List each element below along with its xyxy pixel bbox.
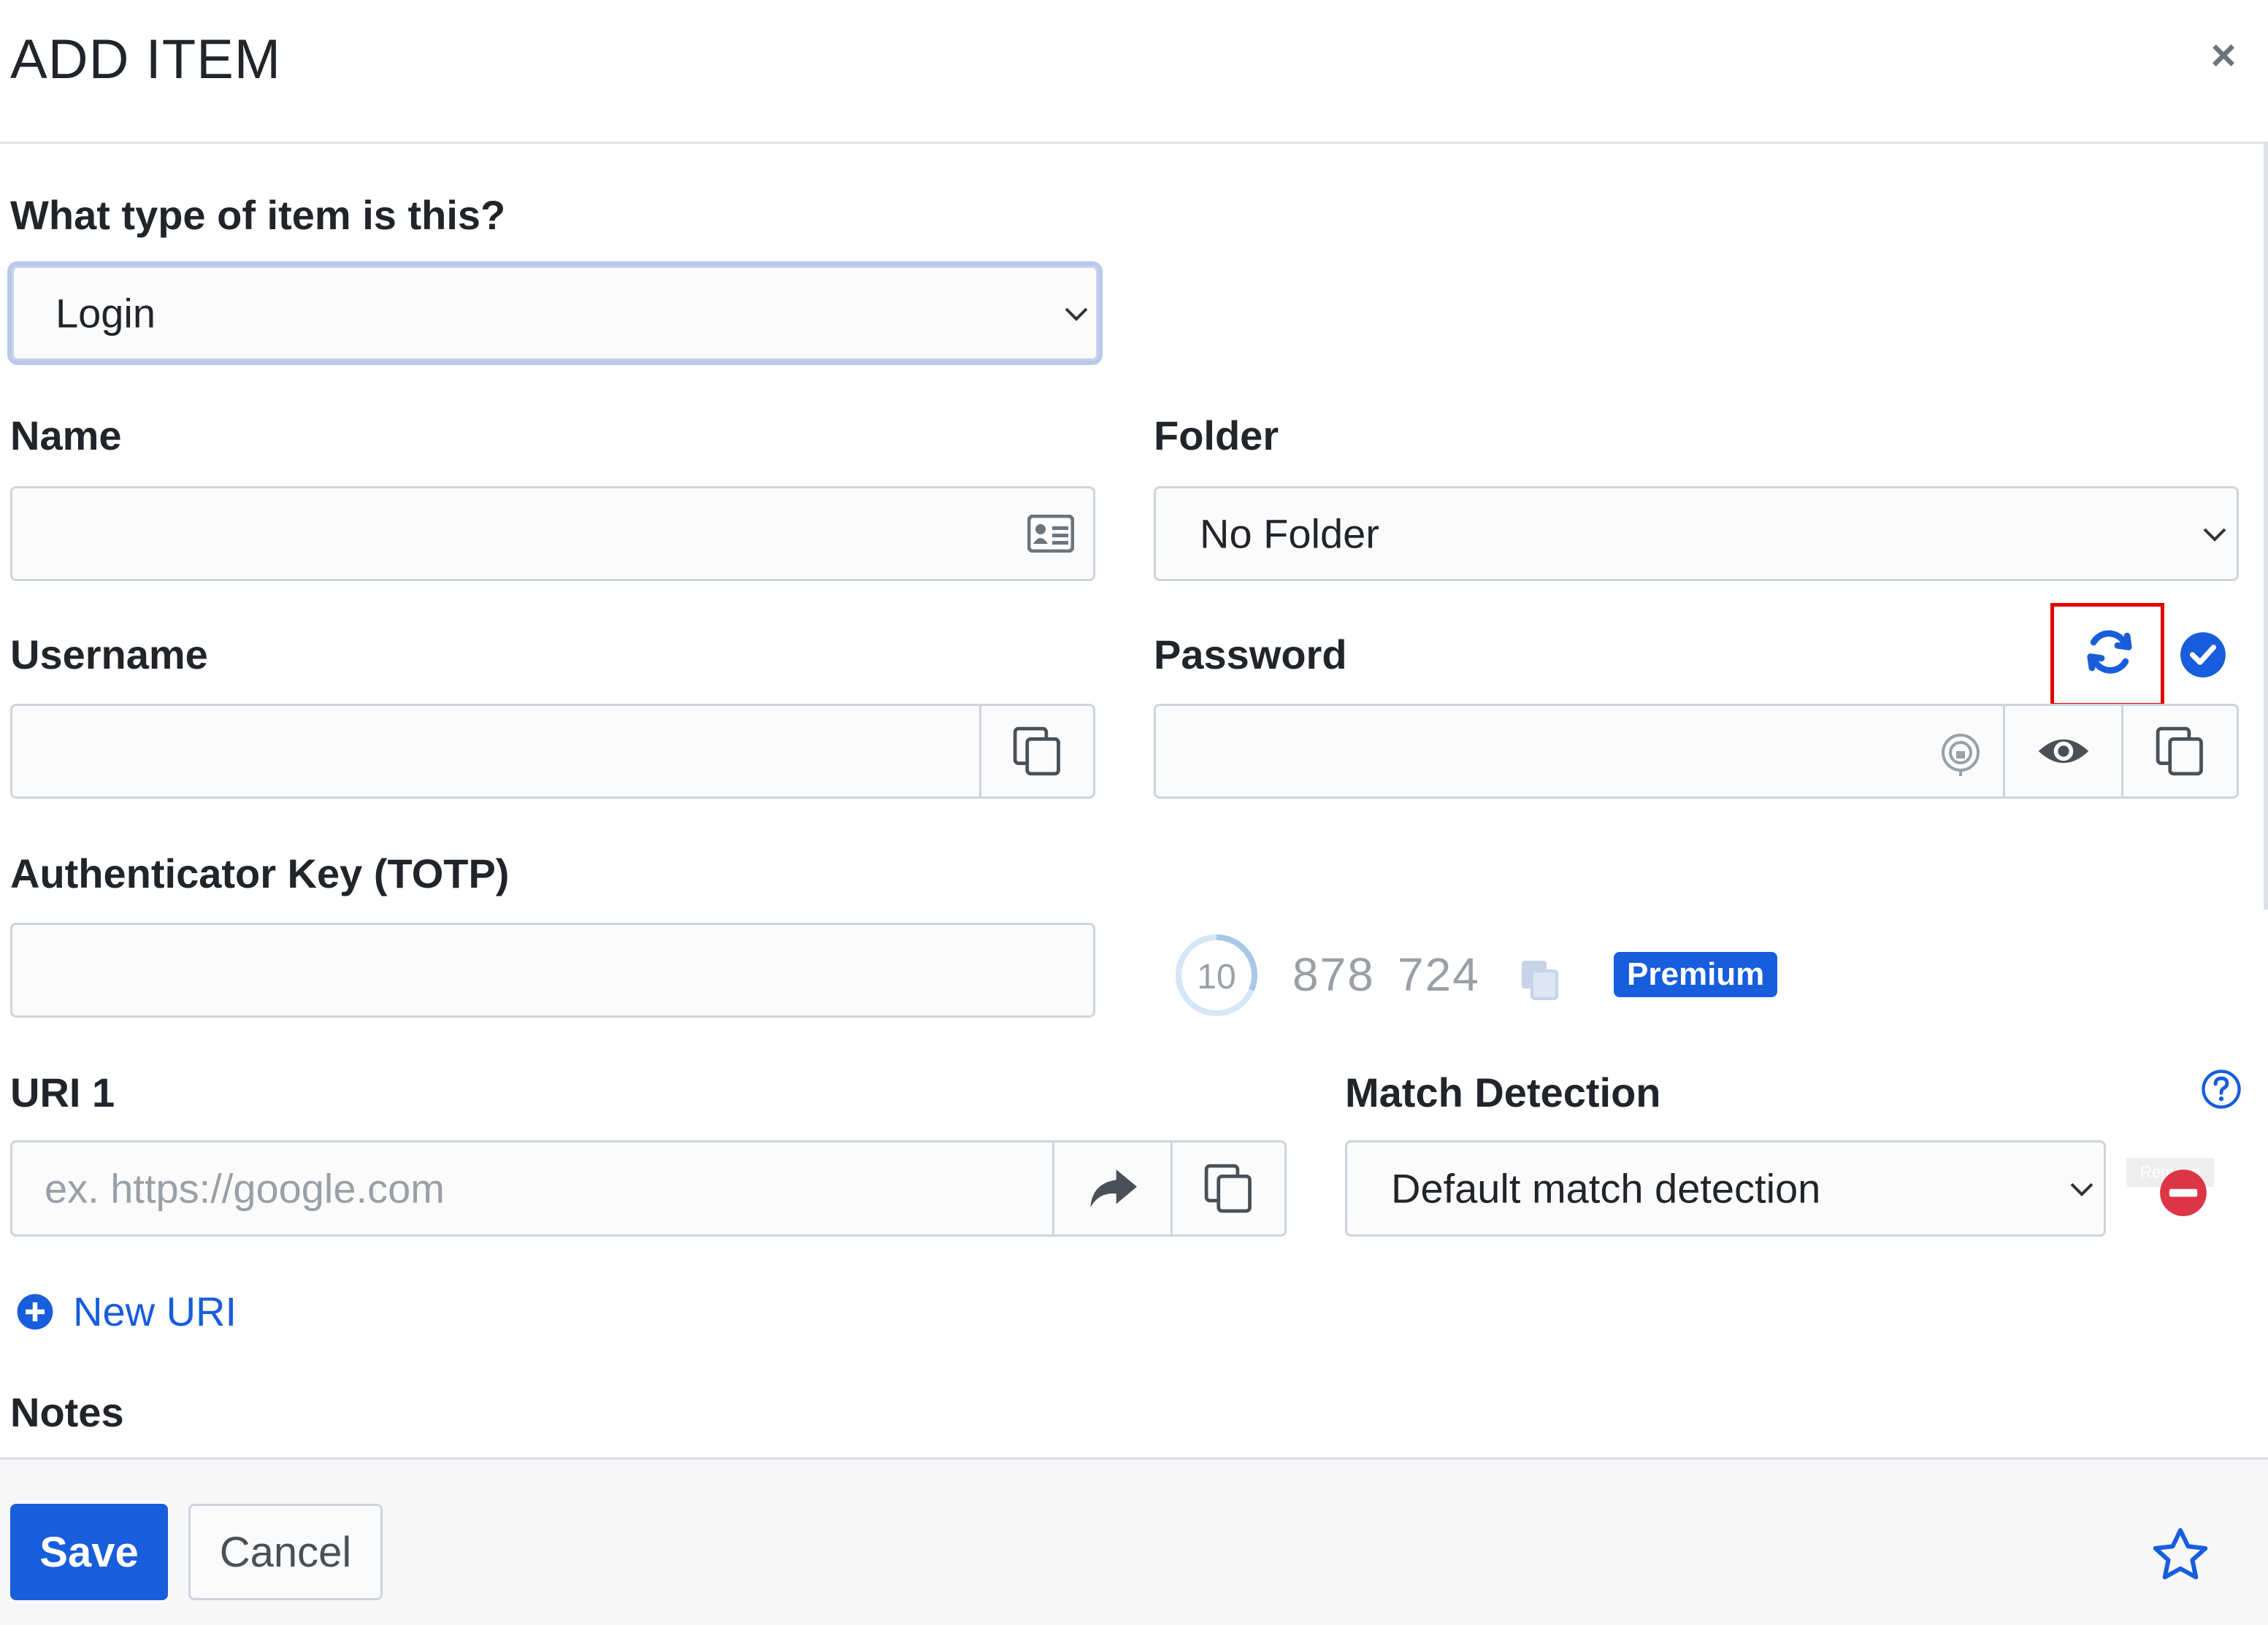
copy-icon	[1013, 726, 1060, 776]
folder-select[interactable]: No Folder	[1154, 486, 2239, 581]
totp-label: Authenticator Key (TOTP)	[10, 850, 510, 896]
copy-icon	[1204, 1164, 1252, 1213]
id-card-icon[interactable]	[1027, 515, 1074, 553]
eye-icon	[2038, 739, 2088, 764]
share-arrow-icon	[1089, 1169, 1137, 1207]
check-password-icon[interactable]	[2179, 631, 2227, 679]
folder-value: No Folder	[1200, 510, 1379, 557]
chevron-down-icon	[2203, 528, 2226, 542]
chevron-down-icon	[1065, 307, 1088, 321]
name-input[interactable]	[10, 486, 1095, 581]
username-label: Username	[10, 631, 208, 677]
copy-username-button[interactable]	[979, 706, 1093, 796]
totp-input[interactable]	[10, 923, 1095, 1018]
premium-badge[interactable]: Premium	[1614, 952, 1778, 997]
uri-input-group: ex. https://google.com	[10, 1140, 1287, 1237]
totp-code-part2: 724	[1398, 948, 1480, 1001]
generate-password-icon[interactable]	[2084, 626, 2135, 677]
item-type-value: Login	[55, 290, 156, 337]
dialog-title: ADD ITEM	[10, 28, 282, 91]
username-input[interactable]	[12, 706, 979, 796]
copy-password-button[interactable]	[2121, 706, 2237, 796]
plus-circle-icon	[17, 1294, 53, 1329]
name-label: Name	[10, 412, 122, 458]
new-uri-link[interactable]: New URI	[16, 1288, 237, 1335]
uri-placeholder: ex. https://google.com	[45, 1165, 445, 1212]
cancel-button[interactable]: Cancel	[188, 1504, 383, 1600]
new-uri-label: New URI	[73, 1288, 237, 1334]
scrollbar-track[interactable]	[2264, 143, 2268, 910]
uri-input[interactable]: ex. https://google.com	[12, 1142, 1052, 1234]
copy-uri-button[interactable]	[1171, 1142, 1284, 1234]
launch-uri-button[interactable]	[1052, 1142, 1171, 1234]
uri-label: URI 1	[10, 1069, 115, 1115]
password-label: Password	[1154, 631, 1347, 677]
username-input-group	[10, 704, 1095, 799]
totp-countdown: 10	[1176, 934, 1257, 1016]
header-divider	[0, 142, 2268, 144]
type-label: What type of item is this?	[10, 192, 506, 238]
password-input-group	[1154, 704, 2239, 799]
favorite-star-icon[interactable]	[2151, 1526, 2210, 1584]
match-detection-select[interactable]: Default match detection	[1345, 1140, 2106, 1237]
save-button[interactable]: Save	[10, 1504, 168, 1600]
svg-text:10: 10	[1197, 958, 1235, 996]
match-detection-value: Default match detection	[1391, 1165, 1821, 1212]
close-button[interactable]: ×	[2198, 29, 2249, 80]
notes-label: Notes	[10, 1389, 124, 1435]
help-icon[interactable]	[2201, 1069, 2242, 1110]
password-input[interactable]	[1156, 706, 2003, 796]
totp-code-part1: 878	[1292, 948, 1375, 1001]
chevron-down-icon	[2070, 1183, 2093, 1196]
password-manager-icon	[1942, 734, 1980, 776]
toggle-password-visibility-button[interactable]	[2003, 706, 2121, 796]
item-type-select[interactable]: Login	[7, 261, 1103, 365]
match-detection-label: Match Detection	[1345, 1069, 1661, 1115]
copy-icon	[2156, 726, 2203, 776]
remove-uri-icon[interactable]	[2158, 1168, 2208, 1218]
folder-label: Folder	[1154, 412, 1279, 458]
copy-totp-icon[interactable]	[1516, 956, 1563, 1003]
